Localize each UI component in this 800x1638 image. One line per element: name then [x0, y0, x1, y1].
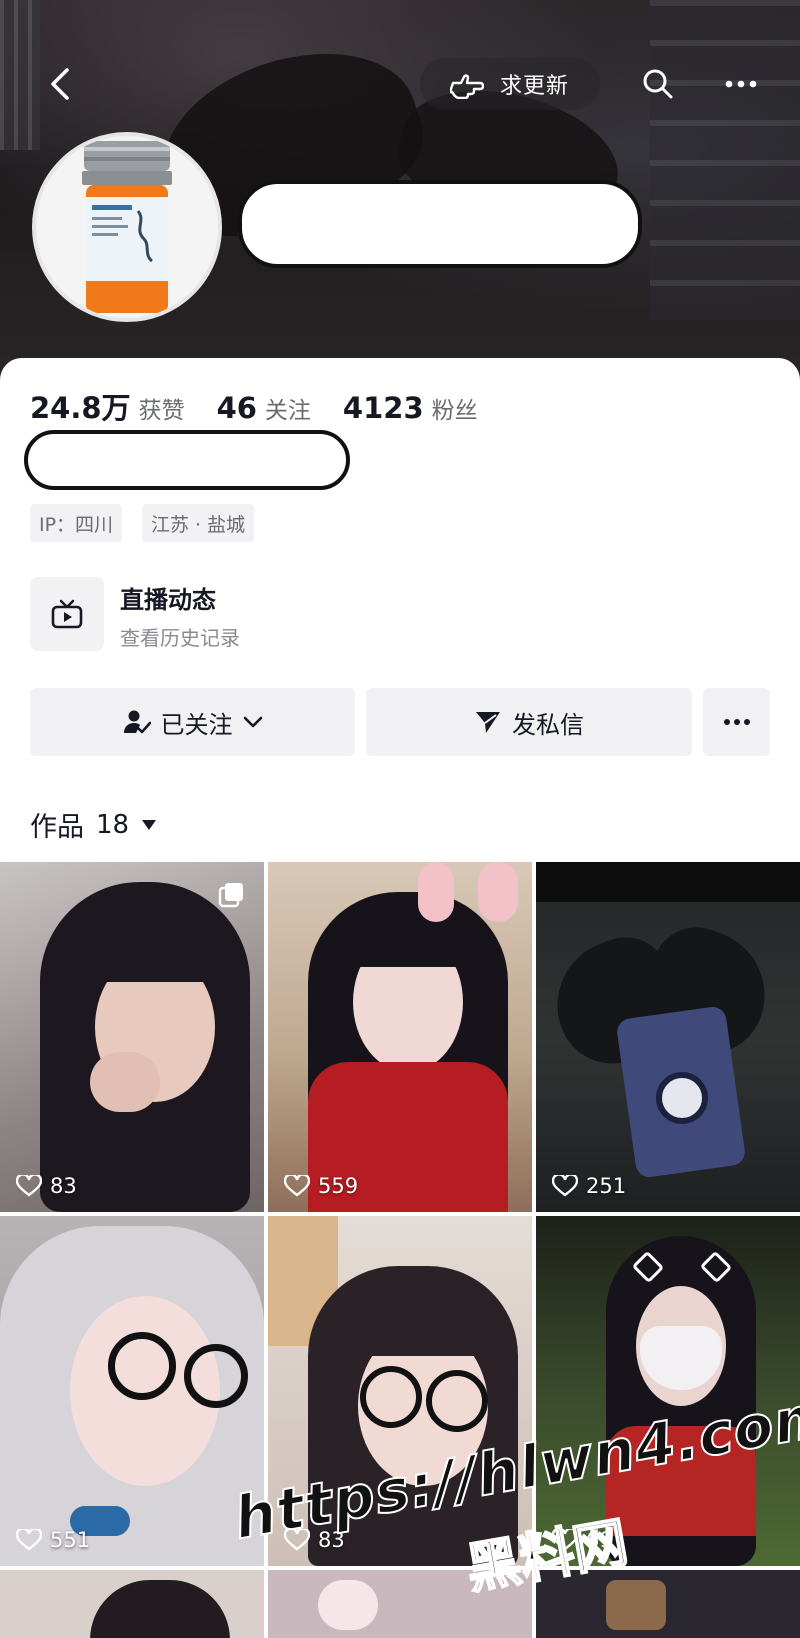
- heart-icon: [284, 1529, 310, 1551]
- pill-bottle-avatar-image: [82, 141, 172, 313]
- video-likes: 251: [552, 1174, 626, 1198]
- video-thumbnail[interactable]: [268, 1570, 532, 1638]
- tv-play-icon: [51, 599, 83, 629]
- video-thumbnail[interactable]: 251: [536, 862, 800, 1212]
- search-button[interactable]: [636, 62, 680, 106]
- user-check-icon: [123, 710, 151, 734]
- followed-button[interactable]: 已关注: [30, 688, 355, 756]
- banner-building-left: [0, 0, 40, 150]
- video-likes: 83: [284, 1528, 345, 1552]
- works-label: 作品: [30, 812, 84, 843]
- heart-icon: [552, 1175, 578, 1197]
- ip-location-tag: IP：四川: [30, 504, 123, 542]
- heart-icon: [16, 1175, 42, 1197]
- caret-down-icon: [142, 819, 157, 830]
- heart-icon: [552, 1529, 578, 1551]
- following-count[interactable]: 46: [217, 391, 257, 425]
- pointing-hand-icon: [450, 74, 484, 99]
- likes-count: 24.8万: [30, 391, 131, 425]
- video-thumbnail[interactable]: 559: [268, 862, 532, 1212]
- works-count: 18: [96, 809, 130, 840]
- followers-label[interactable]: 粉丝: [432, 391, 478, 425]
- more-dots-icon: [723, 719, 750, 725]
- video-likes: 83: [16, 1174, 77, 1198]
- avatar[interactable]: [32, 132, 222, 322]
- chevron-left-icon: [51, 68, 69, 100]
- likes-count: 83: [50, 1174, 77, 1198]
- region-tag: 江苏 · 盐城: [142, 504, 255, 542]
- request-update-label: 求更新: [500, 74, 570, 99]
- live-history-icon-box[interactable]: [30, 577, 104, 651]
- more-dots-icon: [725, 80, 757, 88]
- video-thumbnail[interactable]: [0, 1570, 264, 1638]
- live-history-subtitle[interactable]: 查看历史记录: [120, 622, 240, 651]
- followed-label: 已关注: [160, 710, 233, 739]
- following-label[interactable]: 关注: [265, 391, 311, 425]
- bio-redaction: [24, 430, 350, 490]
- followers-count[interactable]: 4123: [343, 391, 424, 425]
- multi-image-icon: [218, 883, 243, 908]
- heart-icon: [284, 1175, 310, 1197]
- live-history-title[interactable]: 直播动态: [120, 580, 216, 615]
- video-likes: 559: [284, 1174, 358, 1198]
- heart-icon: [16, 1529, 42, 1551]
- profile-stats: 24.8万 获赞 46 关注 4123 粉丝: [30, 385, 510, 427]
- likes-count: 69: [586, 1528, 613, 1552]
- more-actions-button[interactable]: [703, 688, 770, 756]
- video-thumbnail[interactable]: 83: [268, 1216, 532, 1566]
- works-tab[interactable]: 作品 18: [30, 805, 157, 844]
- search-icon: [643, 69, 673, 99]
- video-thumbnail[interactable]: 83: [0, 862, 264, 1212]
- more-options-button[interactable]: [716, 62, 766, 106]
- likes-label: 获赞: [138, 398, 185, 424]
- video-thumbnail[interactable]: 69: [536, 1216, 800, 1566]
- likes-count: 251: [586, 1174, 627, 1198]
- likes-count: 83: [318, 1528, 345, 1552]
- video-likes: 69: [552, 1528, 613, 1552]
- username-redaction: [238, 180, 642, 268]
- video-thumbnail[interactable]: [536, 1570, 800, 1638]
- paper-plane-icon: [476, 712, 500, 733]
- likes-count: 551: [50, 1528, 91, 1552]
- chevron-down-icon: [243, 716, 262, 728]
- likes-count: 559: [318, 1174, 359, 1198]
- send-message-button[interactable]: 发私信: [366, 688, 692, 756]
- video-likes: 551: [16, 1528, 90, 1552]
- send-message-label: 发私信: [512, 710, 584, 739]
- video-thumbnail[interactable]: 551: [0, 1216, 264, 1566]
- banner-building-right: [650, 0, 800, 320]
- back-button[interactable]: [40, 62, 80, 106]
- request-update-button[interactable]: 求更新: [420, 58, 600, 110]
